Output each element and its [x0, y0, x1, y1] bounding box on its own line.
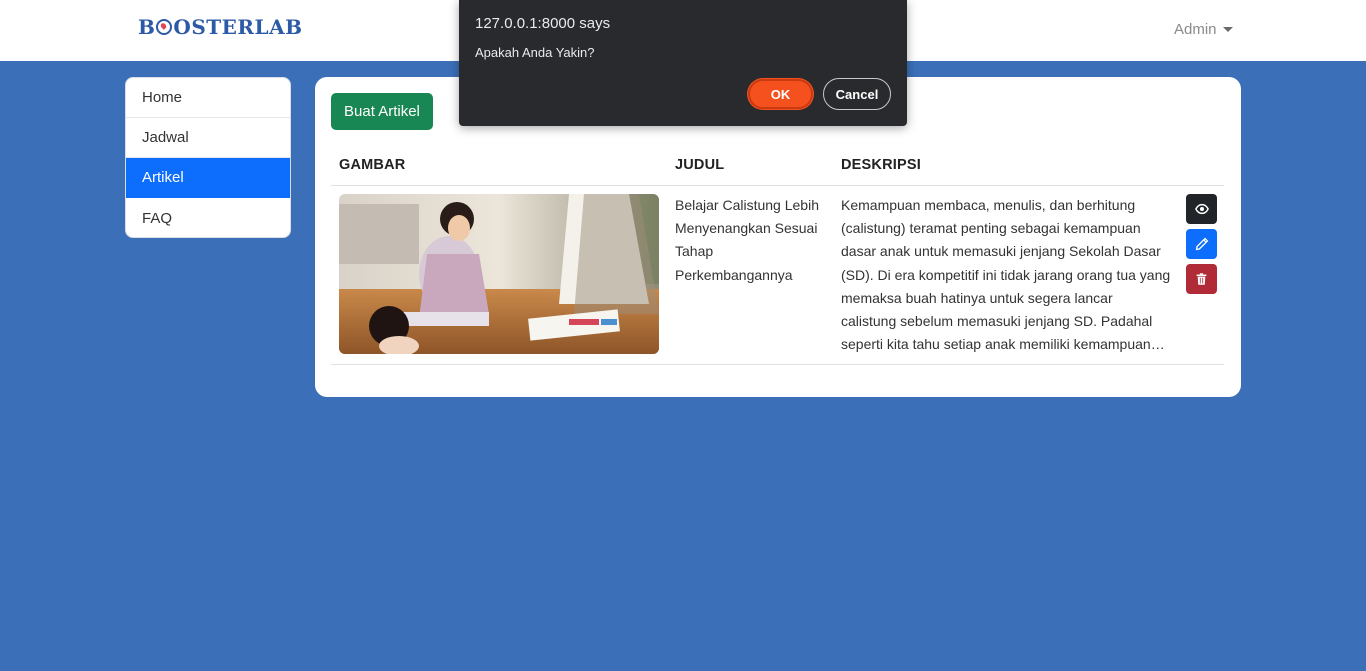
sidebar-item-label: FAQ — [142, 209, 173, 227]
sidebar-item-faq[interactable]: FAQ — [126, 198, 290, 237]
admin-dropdown[interactable]: Admin — [1174, 21, 1233, 38]
create-article-button[interactable]: Buat Artikel — [331, 93, 433, 130]
sidebar-item-label: Jadwal — [142, 129, 189, 146]
article-description: Kemampuan membaca, menulis, dan berhitun… — [841, 194, 1171, 356]
column-header-deskripsi: DESKRIPSI — [841, 157, 921, 173]
sidebar-item-label: Home — [142, 89, 183, 106]
article-title: Belajar Calistung Lebih Menyenangkan Ses… — [675, 197, 819, 283]
dialog-cancel-button[interactable]: Cancel — [823, 78, 891, 110]
confirm-dialog: 127.0.0.1:8000 says Apakah Anda Yakin? O… — [459, 0, 907, 126]
brand-text-start: B — [138, 15, 156, 39]
trash-icon — [1196, 273, 1207, 285]
pencil-icon — [1195, 237, 1208, 251]
dialog-message: Apakah Anda Yakin? — [475, 45, 595, 60]
article-thumbnail — [339, 194, 659, 354]
sidebar-item-artikel[interactable]: Artikel — [126, 158, 290, 198]
sidebar-item-home[interactable]: Home — [126, 78, 290, 118]
brand-logo[interactable]: B OSTERLAB — [138, 15, 303, 39]
eye-icon — [1194, 203, 1209, 215]
location-pin-logo-icon — [156, 19, 173, 35]
view-article-button[interactable] — [1186, 194, 1217, 224]
table-row-divider — [331, 364, 1224, 365]
sidebar-item-label: Artikel — [142, 169, 184, 186]
delete-article-button[interactable] — [1186, 264, 1217, 294]
caret-down-icon — [1222, 27, 1233, 32]
article-description-text: Kemampuan membaca, menulis, dan berhitun… — [841, 197, 1171, 353]
dialog-origin: 127.0.0.1:8000 says — [475, 15, 611, 32]
brand-text-end: OSTERLAB — [173, 15, 303, 39]
sidebar-menu: Home Jadwal Artikel FAQ — [125, 77, 291, 238]
edit-article-button[interactable] — [1186, 229, 1217, 259]
dialog-ok-button[interactable]: OK — [748, 79, 813, 109]
column-header-judul: JUDUL — [675, 157, 725, 173]
column-header-gambar: GAMBAR — [339, 157, 406, 173]
table-header-divider — [331, 185, 1224, 186]
sidebar-item-jadwal[interactable]: Jadwal — [126, 118, 290, 158]
admin-label: Admin — [1174, 21, 1217, 38]
